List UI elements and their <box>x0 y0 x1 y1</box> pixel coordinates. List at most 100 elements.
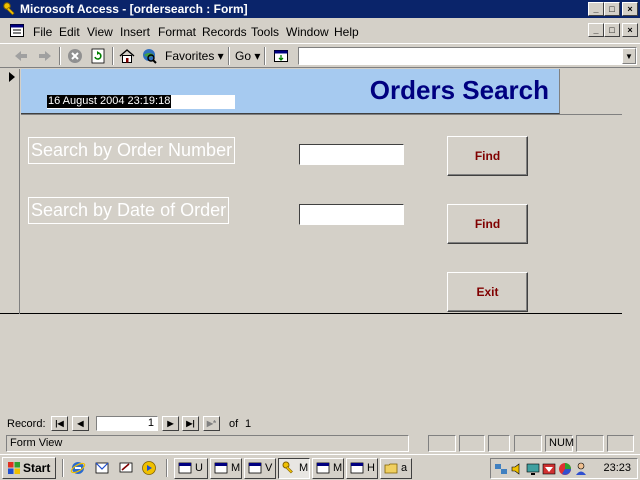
network-icon[interactable] <box>494 462 508 476</box>
order-number-input[interactable] <box>299 144 404 165</box>
find-by-date-button[interactable]: Find <box>447 204 528 244</box>
first-record-button[interactable]: |◀ <box>51 416 68 431</box>
start-button[interactable]: Start <box>2 457 56 479</box>
internet-explorer-icon[interactable] <box>70 460 86 476</box>
menu-help[interactable]: Help <box>334 25 359 39</box>
record-total: 1 <box>245 418 252 430</box>
refresh-icon[interactable] <box>89 47 107 65</box>
folder-icon <box>384 463 398 474</box>
order-date-input[interactable] <box>299 204 404 225</box>
desktop-icon[interactable] <box>118 460 134 476</box>
taskbar-item[interactable]: a <box>380 458 412 479</box>
display-settings-icon[interactable] <box>526 462 540 476</box>
windows-flag-icon <box>8 462 20 474</box>
new-record-button[interactable]: ▶* <box>203 416 220 431</box>
num-lock-indicator: NUM <box>545 435 574 452</box>
user-icon[interactable] <box>574 462 588 476</box>
system-clock[interactable]: 23:23 <box>603 462 631 474</box>
outlook-express-icon[interactable] <box>94 460 110 476</box>
doc-minimize-button[interactable]: _ <box>588 23 604 37</box>
volume-icon[interactable] <box>510 462 524 476</box>
taskbar-item-label: M <box>333 462 343 474</box>
doc-restore-button[interactable]: □ <box>604 23 620 37</box>
taskbar-separator <box>166 459 168 477</box>
record-navigator: Record: |◀ ◀ 1 ▶ ▶| ▶* of 1 <box>0 415 640 432</box>
menu-insert[interactable]: Insert <box>120 25 150 39</box>
favorites-menu[interactable]: Favorites ▾ <box>165 47 224 65</box>
exit-button[interactable]: Exit <box>447 272 528 312</box>
menu-records[interactable]: Records <box>202 25 247 39</box>
order-number-label: Search by Order Number <box>28 137 236 164</box>
toolbar-separator <box>112 47 114 65</box>
current-record-field[interactable]: 1 <box>96 416 158 431</box>
menu-window[interactable]: Window <box>286 25 329 39</box>
start-label: Start <box>23 461 51 475</box>
previous-record-button[interactable]: ◀ <box>72 416 89 431</box>
record-of-label: of <box>229 418 239 430</box>
taskbar-item[interactable]: U <box>174 458 208 479</box>
menu-format[interactable]: Format <box>158 25 196 39</box>
next-record-button[interactable]: ▶ <box>162 416 179 431</box>
show-only-web-toolbar-icon[interactable] <box>272 47 290 65</box>
taskbar-item-label: M <box>231 462 241 474</box>
menu-bar: File Edit View Insert Format Records Too… <box>0 20 640 42</box>
taskbar-item[interactable]: V <box>244 458 276 479</box>
record-label: Record: <box>7 418 46 430</box>
close-button[interactable]: × <box>622 2 638 16</box>
orders-search-form: 16 August 2004 23:19:18 Orders Search Se… <box>0 69 622 314</box>
toolbar-separator <box>264 47 266 65</box>
media-player-icon[interactable] <box>141 460 157 476</box>
address-combobox[interactable]: ▼ <box>298 47 637 65</box>
toolbar-separator <box>228 47 230 65</box>
taskbar-item-label: a <box>401 462 408 474</box>
form-heading: Orders Search <box>369 75 549 105</box>
timestamp-box[interactable]: 16 August 2004 23:19:18 <box>47 95 235 109</box>
title-bar[interactable]: Microsoft Access - [ordersearch : Form] … <box>0 0 640 18</box>
order-date-label: Search by Date of Order <box>28 197 230 224</box>
menu-tools[interactable]: Tools <box>251 25 279 39</box>
window-icon <box>248 462 262 474</box>
window-title: Microsoft Access - [ordersearch : Form] <box>20 2 248 16</box>
access-key-icon <box>282 461 293 474</box>
window-icon <box>178 462 192 474</box>
find-by-order-number-button[interactable]: Find <box>447 136 528 176</box>
form-header: 16 August 2004 23:19:18 Orders Search <box>21 69 560 114</box>
go-menu[interactable]: Go ▾ <box>235 47 260 65</box>
status-panel <box>514 435 542 452</box>
taskbar-item[interactable]: H <box>346 458 378 479</box>
status-panel <box>576 435 604 452</box>
forward-arrow-icon[interactable] <box>36 47 54 65</box>
minimize-button[interactable]: _ <box>588 2 604 16</box>
back-arrow-icon[interactable] <box>12 47 30 65</box>
maximize-button[interactable]: □ <box>604 2 620 16</box>
form-section-divider <box>21 114 622 115</box>
form-document-icon[interactable] <box>10 24 24 37</box>
status-panel <box>459 435 485 452</box>
last-record-button[interactable]: ▶| <box>182 416 199 431</box>
record-selector[interactable] <box>2 69 20 314</box>
window-icon <box>316 462 330 474</box>
taskbar-item[interactable]: M <box>312 458 344 479</box>
address-dropdown-arrow[interactable]: ▼ <box>622 48 636 64</box>
search-web-icon[interactable] <box>140 47 158 65</box>
current-record-arrow-icon <box>9 72 15 82</box>
taskbar-item-label: U <box>195 462 203 474</box>
status-bar: Form View NUM <box>0 434 640 453</box>
color-wheel-icon[interactable] <box>558 462 572 476</box>
doc-close-button[interactable]: × <box>622 23 638 37</box>
menu-edit[interactable]: Edit <box>59 25 80 39</box>
taskbar-item-access[interactable]: M <box>278 458 310 479</box>
menu-file[interactable]: File <box>33 25 52 39</box>
taskbar-item-label: H <box>367 462 375 474</box>
task-scheduler-icon[interactable] <box>542 462 556 476</box>
home-icon[interactable] <box>118 47 136 65</box>
access-key-icon <box>3 2 15 16</box>
toolbar-separator <box>59 47 61 65</box>
taskbar-item-label: M <box>299 462 309 474</box>
window-icon <box>350 462 364 474</box>
status-panel <box>488 435 510 452</box>
menu-view[interactable]: View <box>87 25 113 39</box>
taskbar-item[interactable]: M <box>210 458 242 479</box>
status-panel <box>428 435 456 452</box>
stop-icon[interactable] <box>66 47 84 65</box>
